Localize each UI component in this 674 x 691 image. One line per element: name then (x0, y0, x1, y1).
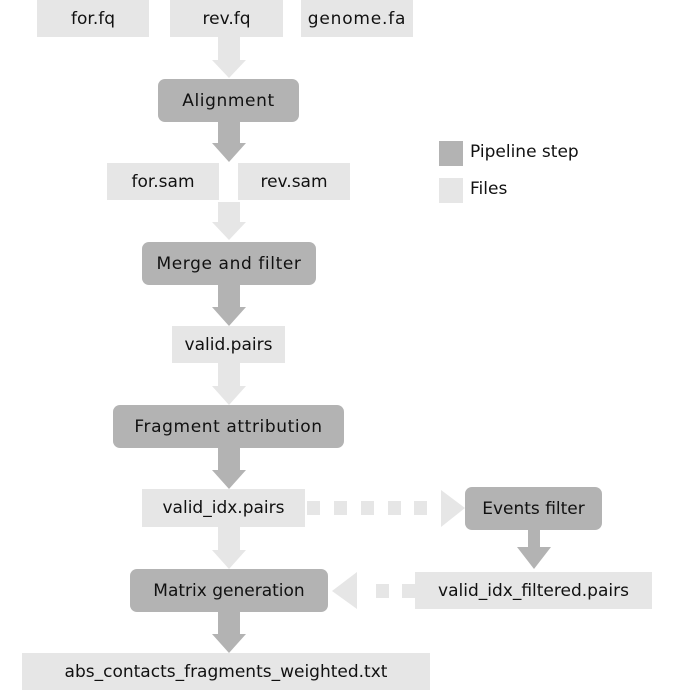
arrow-merge-to-validpairs (212, 285, 246, 326)
arrow-matrix-to-abs (212, 612, 246, 653)
file-rev-fq: rev.fq (170, 0, 283, 37)
legend-files-label: Files (470, 179, 508, 199)
step-events-filter: Events filter (465, 487, 602, 530)
pipeline-diagram: for.fq rev.fq genome.fa Alignment for.sa… (0, 0, 674, 691)
step-matrix-generation: Matrix generation (130, 569, 328, 612)
arrow-fragment-to-valididx (212, 448, 246, 489)
file-for-fq: for.fq (37, 0, 149, 37)
file-for-sam: for.sam (107, 163, 219, 200)
arrow-revfq-to-alignment (212, 37, 246, 78)
file-valid-idx-pairs: valid_idx.pairs (142, 489, 305, 527)
file-valid-pairs: valid.pairs (172, 326, 285, 363)
step-alignment: Alignment (158, 79, 299, 122)
dashed-arrow-filtered-to-matrix (332, 572, 415, 609)
step-merge-and-filter: Merge and filter (142, 242, 316, 285)
legend-step-swatch (439, 141, 463, 166)
arrow-valididx-to-matrix (212, 527, 246, 569)
arrow-validpairs-to-fragment (212, 363, 246, 405)
arrow-sam-to-merge (212, 202, 246, 240)
file-rev-sam: rev.sam (238, 163, 350, 200)
legend-files-swatch (439, 178, 463, 203)
file-valid-idx-filtered-pairs: valid_idx_filtered.pairs (415, 572, 652, 609)
legend-step-label: Pipeline step (470, 142, 579, 162)
file-abs-contacts: abs_contacts_fragments_weighted.txt (22, 653, 430, 690)
step-fragment-attribution: Fragment attribution (113, 405, 344, 448)
arrow-events-to-filtered (517, 530, 551, 569)
file-genome-fa: genome.fa (301, 0, 413, 37)
dashed-arrow-valididx-to-events (307, 490, 465, 527)
arrow-alignment-to-sam (212, 122, 246, 162)
